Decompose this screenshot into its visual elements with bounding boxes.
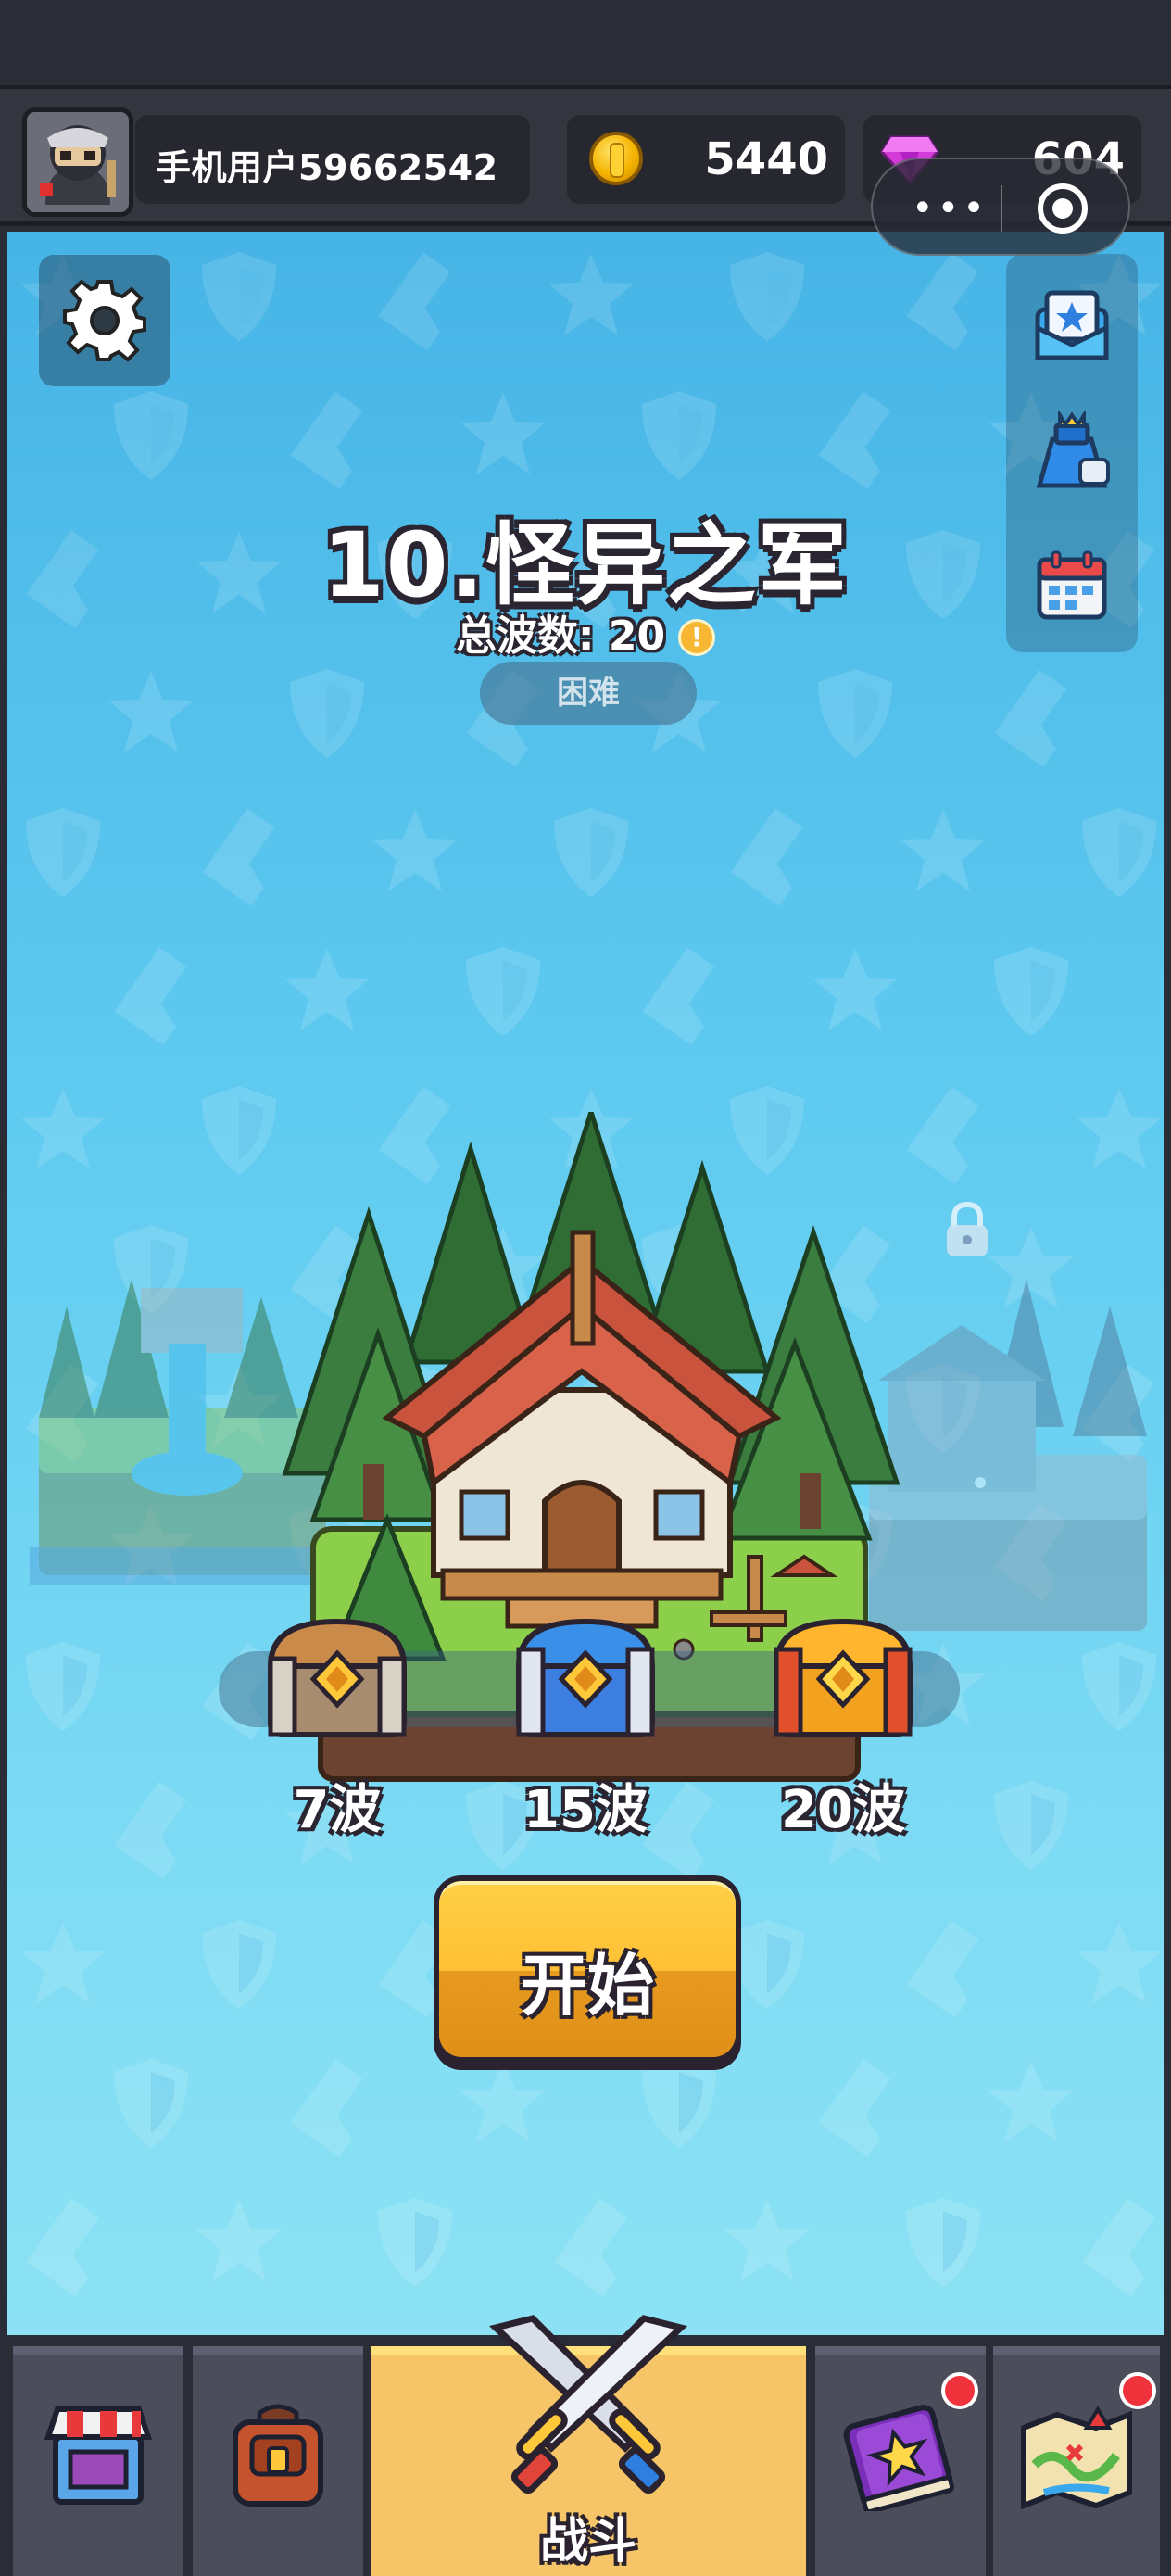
mini-program-capsule: ••• [871, 158, 1130, 256]
pattern-boot-icon [26, 2198, 120, 2297]
pattern-boot-icon [642, 947, 737, 1046]
pattern-shield-icon [994, 1781, 1068, 1870]
pattern-star-icon [1077, 1922, 1162, 2003]
start-button[interactable]: 开始 [434, 1875, 741, 2070]
coin-value: 5440 [704, 133, 828, 185]
start-button-label: 开始 [520, 1947, 654, 2025]
pattern-shield-icon [202, 252, 276, 341]
pattern-star-icon [196, 2200, 282, 2281]
info-icon[interactable]: ! [678, 619, 716, 656]
tab-battle-label: 战斗 [539, 2514, 636, 2570]
pattern-star-icon [1077, 1088, 1162, 1169]
username-field[interactable]: 手机用户59662542 [135, 115, 530, 204]
username: 手机用户59662542 [156, 147, 498, 188]
book-notification-badge [941, 2372, 978, 2409]
pattern-star-icon [988, 2061, 1074, 2142]
pattern-shield-icon [114, 391, 188, 480]
more-icon[interactable]: ••• [912, 190, 988, 227]
reward-label-2: 15波 [523, 1780, 648, 1840]
pattern-shield-icon [818, 669, 892, 758]
mail-icon[interactable] [1034, 287, 1110, 361]
lock-icon [947, 1201, 988, 1256]
tab-backpack[interactable] [193, 2346, 363, 2576]
coin-counter[interactable]: 5440 [567, 115, 845, 204]
tab-battle[interactable]: 战斗 [371, 2315, 806, 2576]
tab-map[interactable] [993, 2346, 1160, 2576]
pattern-shield-icon [730, 1920, 804, 2009]
potion-icon[interactable] [1032, 411, 1112, 493]
tab-book[interactable] [815, 2346, 986, 2576]
pattern-star-icon [372, 810, 458, 891]
pattern-shield-icon [114, 2059, 188, 2148]
gold-chest-icon[interactable] [769, 1612, 917, 1742]
total-waves: 总波数: 20! [0, 602, 1171, 662]
pattern-shield-icon [642, 391, 716, 480]
pattern-star-icon [460, 2061, 546, 2142]
pattern-boot-icon [202, 808, 296, 907]
pattern-boot-icon [818, 391, 913, 490]
pattern-shield-icon [26, 808, 100, 897]
settings-button[interactable] [39, 255, 170, 386]
pattern-star-icon [900, 810, 986, 891]
pattern-star-icon [20, 1088, 106, 1169]
tab-shop[interactable] [13, 2346, 183, 2576]
reward-label-3: 20波 [781, 1780, 905, 1840]
map-notification-badge [1119, 2372, 1156, 2409]
pattern-shield-icon [554, 808, 628, 897]
pattern-boot-icon [818, 2059, 913, 2158]
pattern-star-icon [724, 2200, 810, 2281]
start-button-face: 开始 [439, 1881, 736, 2057]
gear-icon [63, 279, 146, 362]
pattern-star-icon [460, 393, 546, 474]
pattern-shield-icon [1082, 808, 1156, 897]
total-waves-label: 总波数: 20 [455, 612, 666, 660]
pattern-star-icon [548, 254, 634, 335]
reward-label-1: 7波 [293, 1780, 382, 1840]
pattern-boot-icon [906, 1920, 1001, 2019]
pattern-shield-icon [378, 2198, 452, 2287]
pattern-shield-icon [290, 669, 364, 758]
pattern-shield-icon [730, 252, 804, 341]
pattern-boot-icon [378, 252, 472, 351]
pattern-boot-icon [554, 2198, 648, 2297]
crossed-swords-icon [488, 2315, 688, 2494]
pattern-star-icon [812, 949, 898, 1030]
pattern-boot-icon [1082, 2198, 1164, 2297]
map-icon [1021, 2406, 1132, 2510]
capsule-divider [1001, 185, 1002, 232]
close-target-icon[interactable] [1038, 183, 1088, 234]
pattern-star-icon [108, 671, 194, 752]
backpack-icon [233, 2404, 323, 2507]
pattern-shield-icon [202, 1086, 276, 1175]
pattern-boot-icon [114, 947, 208, 1046]
pattern-shield-icon [642, 2059, 716, 2148]
bottom-nav: 战斗 [0, 2315, 1171, 2576]
pattern-shield-icon [466, 947, 540, 1036]
pattern-shield-icon [906, 2198, 980, 2287]
pattern-boot-icon [114, 1781, 208, 1880]
avatar[interactable] [22, 107, 133, 217]
book-icon [843, 2405, 955, 2511]
status-bar-area [0, 0, 1171, 85]
pattern-boot-icon [290, 2059, 384, 2158]
shop-icon [44, 2406, 153, 2505]
pattern-boot-icon [290, 391, 384, 490]
pattern-shield-icon [994, 947, 1068, 1036]
pattern-shield-icon [26, 1642, 100, 1731]
pattern-boot-icon [906, 252, 1001, 351]
bronze-chest-icon[interactable] [263, 1612, 411, 1742]
blue-chest-icon[interactable] [511, 1612, 660, 1742]
pattern-star-icon [284, 949, 370, 1030]
pattern-shield-icon [202, 1920, 276, 2009]
pattern-boot-icon [994, 669, 1089, 768]
pattern-star-icon [20, 1922, 106, 2003]
pattern-boot-icon [730, 808, 825, 907]
difficulty-badge[interactable]: 困难 [480, 662, 697, 725]
coin-icon [589, 132, 643, 185]
